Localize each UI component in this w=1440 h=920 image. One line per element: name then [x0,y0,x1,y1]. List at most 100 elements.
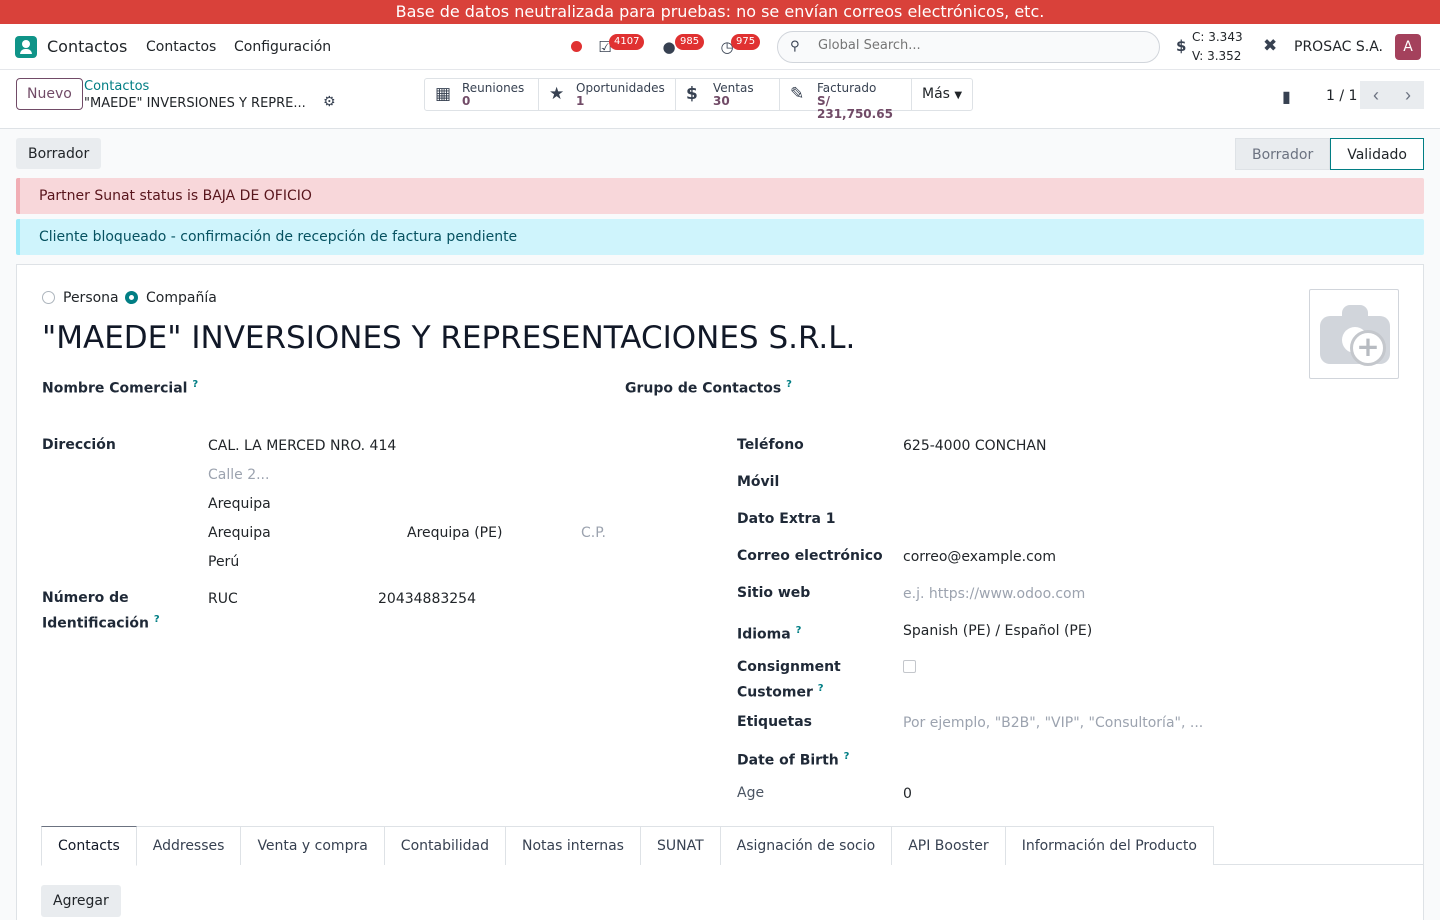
help-icon[interactable]: ? [192,379,198,390]
top-navbar: Contactos Contactos Configuración ☑ 4107… [0,24,1440,70]
timers-badge: 975 [731,34,761,50]
phone-field[interactable]: 625-4000 CONCHAN [903,436,1046,457]
more-dropdown[interactable]: Más ▼ [912,79,972,110]
radio-persona-label: Persona [63,290,119,306]
tools-icon[interactable]: ✖ [1263,36,1277,56]
global-search-input[interactable] [818,38,1138,53]
help-icon[interactable]: ? [796,625,802,636]
invoice-edit-icon: ✎ [790,84,805,104]
city-field[interactable]: Arequipa [208,523,271,544]
commercial-name-text: Nombre Comercial [42,380,188,397]
smart-button-value: 1 [576,94,585,108]
bookmark-icon[interactable]: ▮ [1282,87,1291,106]
breadcrumb-current: "MAEDE" INVERSIONES Y REPRE... [84,96,306,111]
tab-sunat[interactable]: SUNAT [640,826,721,865]
smart-buttons: ▦ Reuniones 0 ★ Oportunidades 1 $ Ventas… [424,78,974,121]
menu-configuracion[interactable]: Configuración [234,39,331,55]
street2-field[interactable]: Calle 2... [208,465,269,486]
email-field[interactable]: correo@example.com [903,547,1056,568]
tags-label: Etiquetas [737,714,813,730]
id-number-label-line2: Identificación [42,615,149,632]
contact-group-label: Grupo de Contactos ? [625,374,792,400]
rate-buy: C: 3.343 [1192,30,1243,44]
consignment-checkbox[interactable] [903,660,916,673]
tab-internal-notes[interactable]: Notas internas [506,826,641,865]
consignment-label-line2: Customer [737,684,813,701]
gear-icon[interactable]: ⚙ [323,94,336,110]
radio-compania-circle[interactable] [125,291,138,304]
partner-name[interactable]: "MAEDE" INVERSIONES Y REPRESENTACIONES S… [42,320,855,356]
radio-persona-circle[interactable] [42,291,55,304]
blocked-client-alert: Cliente bloqueado - confirmación de rece… [16,219,1424,255]
tab-sales-purchase[interactable]: Venta y compra [241,826,385,865]
user-avatar[interactable]: A [1395,34,1421,60]
stage-validado[interactable]: Validado [1330,138,1424,170]
chevron-left-icon: ‹ [1373,85,1379,105]
activities-badge: 4107 [609,34,645,50]
id-number-label: Número de Identificación ? [42,588,160,635]
global-search-box[interactable]: ⚲ [777,31,1160,63]
district-field[interactable]: Arequipa [208,494,271,515]
tab-partner-assignment[interactable]: Asignación de socio [720,826,893,865]
help-icon[interactable]: ? [154,614,160,625]
contact-group-text: Grupo de Contactos [625,380,782,397]
tab-api-booster[interactable]: API Booster [892,826,1006,865]
add-contact-button[interactable]: Agregar [41,885,121,917]
menu-contactos[interactable]: Contactos [146,39,216,55]
dollar-icon: $ [1176,37,1187,55]
app-name[interactable]: Contactos [47,37,127,56]
rate-sell: V: 3.352 [1192,49,1242,63]
country-field[interactable]: Perú [208,552,239,573]
stage-borrador[interactable]: Borrador [1234,138,1331,170]
language-select[interactable]: Spanish (PE) / Español (PE) [903,621,1092,642]
smart-button-ventas[interactable]: $ Ventas 30 [676,79,780,110]
zip-field[interactable]: C.P. [581,523,606,544]
chevron-right-icon: › [1405,85,1411,105]
help-icon[interactable]: ? [786,379,792,390]
add-photo-icon: + [1350,330,1386,366]
star-icon: ★ [549,84,565,104]
recording-dot-icon[interactable] [571,41,582,52]
currency-rates[interactable]: $ C: 3.343 V: 3.352 [1176,28,1243,66]
smart-button-label: Reuniones [462,81,525,95]
caret-down-icon: ▼ [954,90,963,101]
radio-compania[interactable]: Compañía [125,290,217,306]
control-panel: Nuevo Contactos "MAEDE" INVERSIONES Y RE… [0,70,1440,129]
help-icon[interactable]: ? [818,683,824,694]
id-number-field[interactable]: 20434883254 [378,589,476,610]
help-icon[interactable]: ? [844,751,850,762]
consignment-label: Consignment Customer ? [737,657,841,704]
email-label: Correo electrónico [737,548,883,564]
website-label: Sitio web [737,585,811,601]
more-label: Más [922,86,950,102]
contacts-app-icon[interactable] [15,36,37,58]
tags-field[interactable]: Por ejemplo, "B2B", "VIP", "Consultoría"… [903,713,1203,734]
tab-product-info[interactable]: Información del Producto [1005,826,1214,865]
smart-button-oportunidades[interactable]: ★ Oportunidades 1 [539,79,676,110]
pager-previous-button[interactable]: ‹ [1360,81,1392,109]
notebook-tabs: Contacts Addresses Venta y compra Contab… [41,826,1424,866]
company-switcher[interactable]: PROSAC S.A. [1294,39,1383,55]
birth-date-label-text: Date of Birth [737,752,839,769]
pager-value[interactable]: 1 / 1 [1326,88,1357,104]
tab-accounting[interactable]: Contabilidad [384,826,506,865]
smart-button-reuniones[interactable]: ▦ Reuniones 0 [425,79,539,110]
smart-button-facturado[interactable]: ✎ Facturado S/ 231,750.65 [780,79,912,121]
radio-persona[interactable]: Persona [42,290,119,306]
age-value: 0 [903,786,912,802]
search-icon: ⚲ [790,39,800,54]
tab-contacts[interactable]: Contacts [41,826,137,866]
state-field[interactable]: Arequipa (PE) [407,523,502,544]
pager-next-button[interactable]: › [1392,81,1424,109]
language-label: Idioma ? [737,620,801,646]
id-type-select[interactable]: RUC [208,589,238,610]
set-draft-button[interactable]: Borrador [16,138,102,169]
language-label-text: Idioma [737,626,791,643]
breadcrumb-parent[interactable]: Contactos [84,79,149,94]
website-field[interactable]: e.j. https://www.odoo.com [903,584,1085,605]
new-button[interactable]: Nuevo [16,78,83,110]
partner-photo[interactable]: + [1309,289,1399,379]
commercial-name-label: Nombre Comercial ? [42,374,198,400]
tab-addresses[interactable]: Addresses [136,826,242,865]
street-field[interactable]: CAL. LA MERCED NRO. 414 [208,436,396,457]
